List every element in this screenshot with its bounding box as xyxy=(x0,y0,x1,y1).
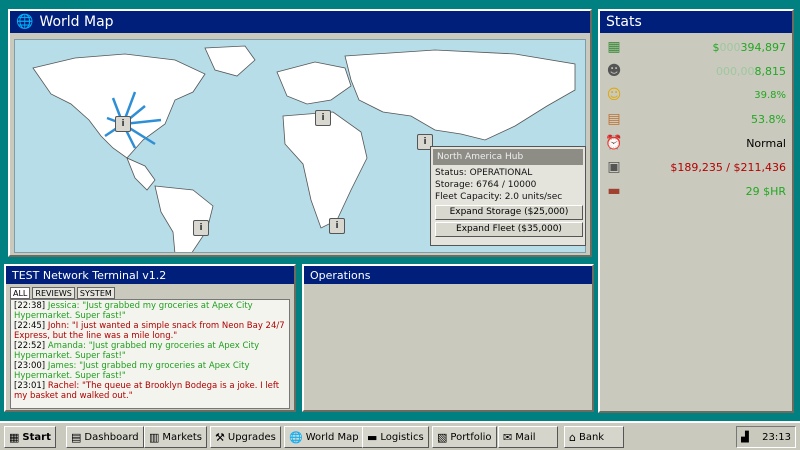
system-tray: ▟ 23:13 xyxy=(736,426,796,448)
stat-speed: ⏰ Normal xyxy=(600,131,792,155)
log-entry: [23:01] Rachel: "The queue at Brooklyn B… xyxy=(14,381,286,401)
taskbar-logistics[interactable]: ▬ Logistics xyxy=(362,426,429,448)
north-america-hub[interactable]: i xyxy=(115,116,131,132)
vault-icon: ▣ xyxy=(607,159,621,175)
happiness-value: 39.8% xyxy=(754,89,786,101)
speed-value: Normal xyxy=(746,136,786,150)
dashboard-icon: ▤ xyxy=(71,430,82,444)
south-america-hub[interactable]: i xyxy=(193,220,209,236)
log-entry: [22:38] Jessica: "Just grabbed my grocer… xyxy=(14,301,286,321)
taskbar-label: Dashboard xyxy=(84,431,139,443)
hub-info-popup: North America Hub Status: OPERATIONAL St… xyxy=(430,146,586,246)
terminal-log[interactable]: [22:38] Jessica: "Just grabbed my grocer… xyxy=(10,299,290,409)
stat-units: ☻ 000,008,815 xyxy=(600,59,792,83)
taskbar: ▦ Start ▤ Dashboard ▥ Markets ⚒ Upgrades… xyxy=(0,421,800,450)
mail-icon: ✉ xyxy=(503,430,513,444)
tab-system[interactable]: SYSTEM xyxy=(76,287,115,299)
log-text: Rachel: "The queue at Brooklyn Bodega is… xyxy=(14,381,280,401)
globe-icon: 🌐 xyxy=(16,14,34,30)
hub-storage: Storage: 6764 / 10000 xyxy=(435,180,537,190)
log-text: James: "Just grabbed my groceries at Ape… xyxy=(14,361,250,381)
log-text: Amanda: "Just grabbed my groceries at Ap… xyxy=(14,341,260,361)
hub-fleet: Fleet Capacity: 2.0 units/sec xyxy=(435,192,563,202)
taskbar-label: Upgrades xyxy=(227,431,276,443)
log-timestamp: [22:52] xyxy=(14,341,46,351)
train-icon[interactable]: ▟ xyxy=(741,432,749,443)
clock-icon: ⏰ xyxy=(605,135,623,151)
stat-cash: ▦ $000394,897 xyxy=(600,35,792,59)
tab-all[interactable]: ALL xyxy=(10,287,31,299)
world-map-titlebar: 🌐 World Map xyxy=(10,11,590,33)
upgrades-icon: ⚒ xyxy=(215,430,225,444)
portfolio-icon: ▧ xyxy=(437,430,448,444)
log-text: John: "I just wanted a simple snack from… xyxy=(14,321,285,341)
stat-growth: ▤ 53.8% xyxy=(600,107,792,131)
terminal-window: TEST Network Terminal v1.2 ALL REVIEWS S… xyxy=(4,264,296,412)
storage-value: $189,235 / $211,436 xyxy=(670,160,786,174)
africa-hub[interactable]: i xyxy=(329,218,345,234)
taskbar-label: Markets xyxy=(162,431,202,443)
cash-dim: 000 xyxy=(719,40,741,54)
log-entry: [22:45] John: "I just wanted a simple sn… xyxy=(14,321,286,341)
growth-value: 53.8% xyxy=(751,112,786,126)
taskbar-world-map[interactable]: 🌐 World Map xyxy=(284,426,364,448)
markets-icon: ▥ xyxy=(149,430,160,444)
briefcase-icon: ▬ xyxy=(607,183,621,199)
expand-fleet-button[interactable]: Expand Fleet ($35,000) xyxy=(435,222,583,237)
units-value: 8,815 xyxy=(754,64,787,78)
tab-reviews[interactable]: REVIEWS xyxy=(32,287,75,299)
taskbar-dashboard[interactable]: ▤ Dashboard xyxy=(66,426,144,448)
operations-title: Operations xyxy=(310,268,371,282)
terminal-titlebar: TEST Network Terminal v1.2 xyxy=(6,266,294,284)
smiley-icon: ☺ xyxy=(606,87,622,103)
taskbar-portfolio[interactable]: ▧ Portfolio xyxy=(432,426,497,448)
log-entry: [22:52] Amanda: "Just grabbed my groceri… xyxy=(14,341,286,361)
globe-icon: 🌐 xyxy=(289,430,303,444)
taskbar-label: Portfolio xyxy=(450,431,492,443)
cash-prefix: $ xyxy=(712,40,720,54)
stats-title: Stats xyxy=(606,14,642,30)
stat-storage: ▣ $189,235 / $211,436 xyxy=(600,155,792,179)
terminal-title: TEST Network Terminal v1.2 xyxy=(12,268,167,282)
operations-window: Operations xyxy=(302,264,594,412)
cash-value: 394,897 xyxy=(740,40,787,54)
hub-popup-title: North America Hub xyxy=(433,149,583,165)
log-timestamp: [22:38] xyxy=(14,301,46,311)
taskbar-bank[interactable]: ⌂ Bank xyxy=(564,426,624,448)
log-entry: [23:00] James: "Just grabbed my grocerie… xyxy=(14,361,286,381)
expand-storage-button[interactable]: Expand Storage ($25,000) xyxy=(435,205,583,220)
money-icon: ▦ xyxy=(607,39,621,55)
taskbar-markets[interactable]: ▥ Markets xyxy=(144,426,207,448)
log-timestamp: [22:45] xyxy=(14,321,46,331)
people-icon: ☻ xyxy=(606,63,622,79)
hub-status: Status: OPERATIONAL xyxy=(435,168,533,178)
chart-icon: ▤ xyxy=(607,111,621,127)
stats-window: Stats ▦ $000394,897 ☻ 000,008,815 ☺ 39.8… xyxy=(598,9,794,413)
europe-hub[interactable]: i xyxy=(315,110,331,126)
start-label: Start xyxy=(22,431,51,443)
bank-icon: ⌂ xyxy=(569,430,576,444)
truck-icon: ▬ xyxy=(367,430,378,444)
taskbar-label: Mail xyxy=(515,431,536,443)
operations-titlebar: Operations xyxy=(304,266,592,284)
rate-value: 29 $HR xyxy=(745,184,786,198)
log-timestamp: [23:00] xyxy=(14,361,46,371)
taskbar-label: World Map xyxy=(305,431,359,443)
taskbar-label: Logistics xyxy=(380,431,424,443)
units-dim: 000,00 xyxy=(716,64,755,78)
log-text: Jessica: "Just grabbed my groceries at A… xyxy=(14,301,253,321)
world-map-title: World Map xyxy=(39,14,114,30)
stat-rate: ▬ 29 $HR xyxy=(600,179,792,203)
start-icon: ▦ xyxy=(9,430,20,444)
taskbar-label: Bank xyxy=(578,431,605,443)
log-timestamp: [23:01] xyxy=(14,381,46,391)
taskbar-mail[interactable]: ✉ Mail xyxy=(498,426,558,448)
taskbar-upgrades[interactable]: ⚒ Upgrades xyxy=(210,426,281,448)
terminal-tabs: ALL REVIEWS SYSTEM xyxy=(6,284,294,299)
clock: 23:13 xyxy=(762,431,791,443)
start-button[interactable]: ▦ Start xyxy=(4,426,56,448)
stat-happiness: ☺ 39.8% xyxy=(600,83,792,107)
stats-titlebar: Stats xyxy=(600,11,792,33)
